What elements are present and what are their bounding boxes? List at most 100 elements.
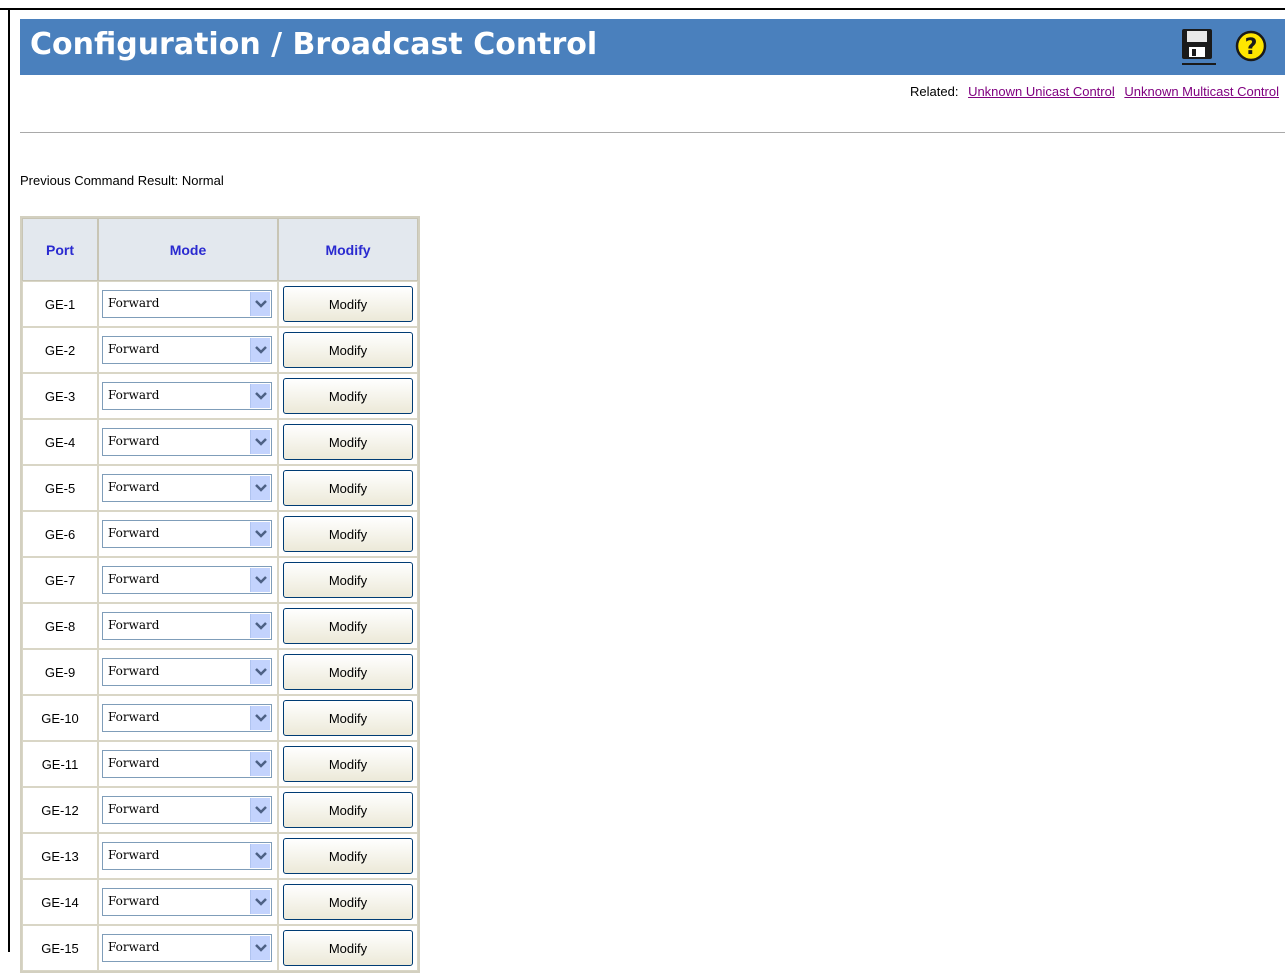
port-cell: GE-15 — [22, 925, 98, 971]
mode-select-value: Forward — [108, 756, 160, 770]
modify-cell: Modify — [278, 511, 418, 557]
port-cell: GE-14 — [22, 879, 98, 925]
table-row: GE-9 Forward Modify — [22, 649, 418, 695]
mode-select-value: Forward — [108, 296, 160, 310]
mode-select[interactable]: Forward — [102, 382, 272, 410]
port-cell: GE-9 — [22, 649, 98, 695]
mode-select[interactable]: Forward — [102, 658, 272, 686]
chevron-down-icon[interactable] — [250, 568, 270, 592]
mode-select[interactable]: Forward — [102, 474, 272, 502]
chevron-down-icon[interactable] — [250, 430, 270, 454]
mode-select[interactable]: Forward — [102, 888, 272, 916]
table-row: GE-11 Forward Modify — [22, 741, 418, 787]
page-frame-left-border — [8, 8, 10, 952]
chevron-down-icon[interactable] — [250, 936, 270, 960]
chevron-down-icon[interactable] — [250, 706, 270, 730]
modify-button[interactable]: Modify — [283, 470, 413, 506]
modify-button[interactable]: Modify — [283, 654, 413, 690]
mode-select[interactable]: Forward — [102, 336, 272, 364]
modify-cell: Modify — [278, 787, 418, 833]
mode-select[interactable]: Forward — [102, 612, 272, 640]
mode-cell: Forward — [98, 557, 278, 603]
chevron-down-icon[interactable] — [250, 614, 270, 638]
mode-select[interactable]: Forward — [102, 934, 272, 962]
port-cell: GE-2 — [22, 327, 98, 373]
mode-select[interactable]: Forward — [102, 796, 272, 824]
mode-cell: Forward — [98, 879, 278, 925]
unknown-unicast-control-link[interactable]: Unknown Unicast Control — [968, 84, 1115, 99]
port-cell: GE-4 — [22, 419, 98, 465]
modify-button[interactable]: Modify — [283, 838, 413, 874]
mode-select[interactable]: Forward — [102, 750, 272, 778]
mode-select[interactable]: Forward — [102, 566, 272, 594]
floppy-disk-icon[interactable] — [1180, 27, 1218, 67]
modify-cell: Modify — [278, 281, 418, 327]
modify-button[interactable]: Modify — [283, 884, 413, 920]
mode-cell: Forward — [98, 649, 278, 695]
modify-cell: Modify — [278, 465, 418, 511]
modify-button[interactable]: Modify — [283, 424, 413, 460]
modify-button[interactable]: Modify — [283, 286, 413, 322]
port-cell: GE-7 — [22, 557, 98, 603]
modify-cell: Modify — [278, 695, 418, 741]
modify-button[interactable]: Modify — [283, 746, 413, 782]
mode-select-value: Forward — [108, 434, 160, 448]
mode-select[interactable]: Forward — [102, 428, 272, 456]
port-cell: GE-8 — [22, 603, 98, 649]
modify-button[interactable]: Modify — [283, 700, 413, 736]
mode-select[interactable]: Forward — [102, 520, 272, 548]
port-cell: GE-1 — [22, 281, 98, 327]
modify-button[interactable]: Modify — [283, 562, 413, 598]
chevron-down-icon[interactable] — [250, 476, 270, 500]
mode-select-value: Forward — [108, 572, 160, 586]
page-title: Configuration / Broadcast Control — [30, 27, 598, 62]
chevron-down-icon[interactable] — [250, 384, 270, 408]
chevron-down-icon[interactable] — [250, 338, 270, 362]
table-row: GE-14 Forward Modify — [22, 879, 418, 925]
table-row: GE-7 Forward Modify — [22, 557, 418, 603]
mode-select[interactable]: Forward — [102, 704, 272, 732]
table-row: GE-4 Forward Modify — [22, 419, 418, 465]
mode-cell: Forward — [98, 419, 278, 465]
port-cell: GE-11 — [22, 741, 98, 787]
table-row: GE-8 Forward Modify — [22, 603, 418, 649]
mode-select-value: Forward — [108, 664, 160, 678]
mode-select[interactable]: Forward — [102, 290, 272, 318]
table-row: GE-6 Forward Modify — [22, 511, 418, 557]
mode-cell: Forward — [98, 373, 278, 419]
chevron-down-icon[interactable] — [250, 292, 270, 316]
modify-button[interactable]: Modify — [283, 930, 413, 966]
modify-button[interactable]: Modify — [283, 332, 413, 368]
table-row: GE-5 Forward Modify — [22, 465, 418, 511]
mode-cell: Forward — [98, 511, 278, 557]
svg-text:?: ? — [1245, 35, 1258, 60]
chevron-down-icon[interactable] — [250, 798, 270, 822]
mode-select[interactable]: Forward — [102, 842, 272, 870]
table-row: GE-3 Forward Modify — [22, 373, 418, 419]
modify-cell: Modify — [278, 327, 418, 373]
question-mark-icon[interactable]: ? — [1234, 29, 1268, 63]
modify-cell: Modify — [278, 649, 418, 695]
chevron-down-icon[interactable] — [250, 752, 270, 776]
mode-select-value: Forward — [108, 710, 160, 724]
table-row: GE-2 Forward Modify — [22, 327, 418, 373]
modify-button[interactable]: Modify — [283, 608, 413, 644]
chevron-down-icon[interactable] — [250, 844, 270, 868]
port-cell: GE-10 — [22, 695, 98, 741]
mode-cell: Forward — [98, 833, 278, 879]
port-cell: GE-6 — [22, 511, 98, 557]
chevron-down-icon[interactable] — [250, 522, 270, 546]
modify-cell: Modify — [278, 925, 418, 971]
mode-select-value: Forward — [108, 802, 160, 816]
chevron-down-icon[interactable] — [250, 660, 270, 684]
modify-button[interactable]: Modify — [283, 378, 413, 414]
mode-cell: Forward — [98, 741, 278, 787]
modify-button[interactable]: Modify — [283, 516, 413, 552]
table-row: GE-10 Forward Modify — [22, 695, 418, 741]
chevron-down-icon[interactable] — [250, 890, 270, 914]
divider — [20, 132, 1285, 133]
port-cell: GE-3 — [22, 373, 98, 419]
unknown-multicast-control-link[interactable]: Unknown Multicast Control — [1124, 84, 1279, 99]
modify-button[interactable]: Modify — [283, 792, 413, 828]
mode-select-value: Forward — [108, 526, 160, 540]
